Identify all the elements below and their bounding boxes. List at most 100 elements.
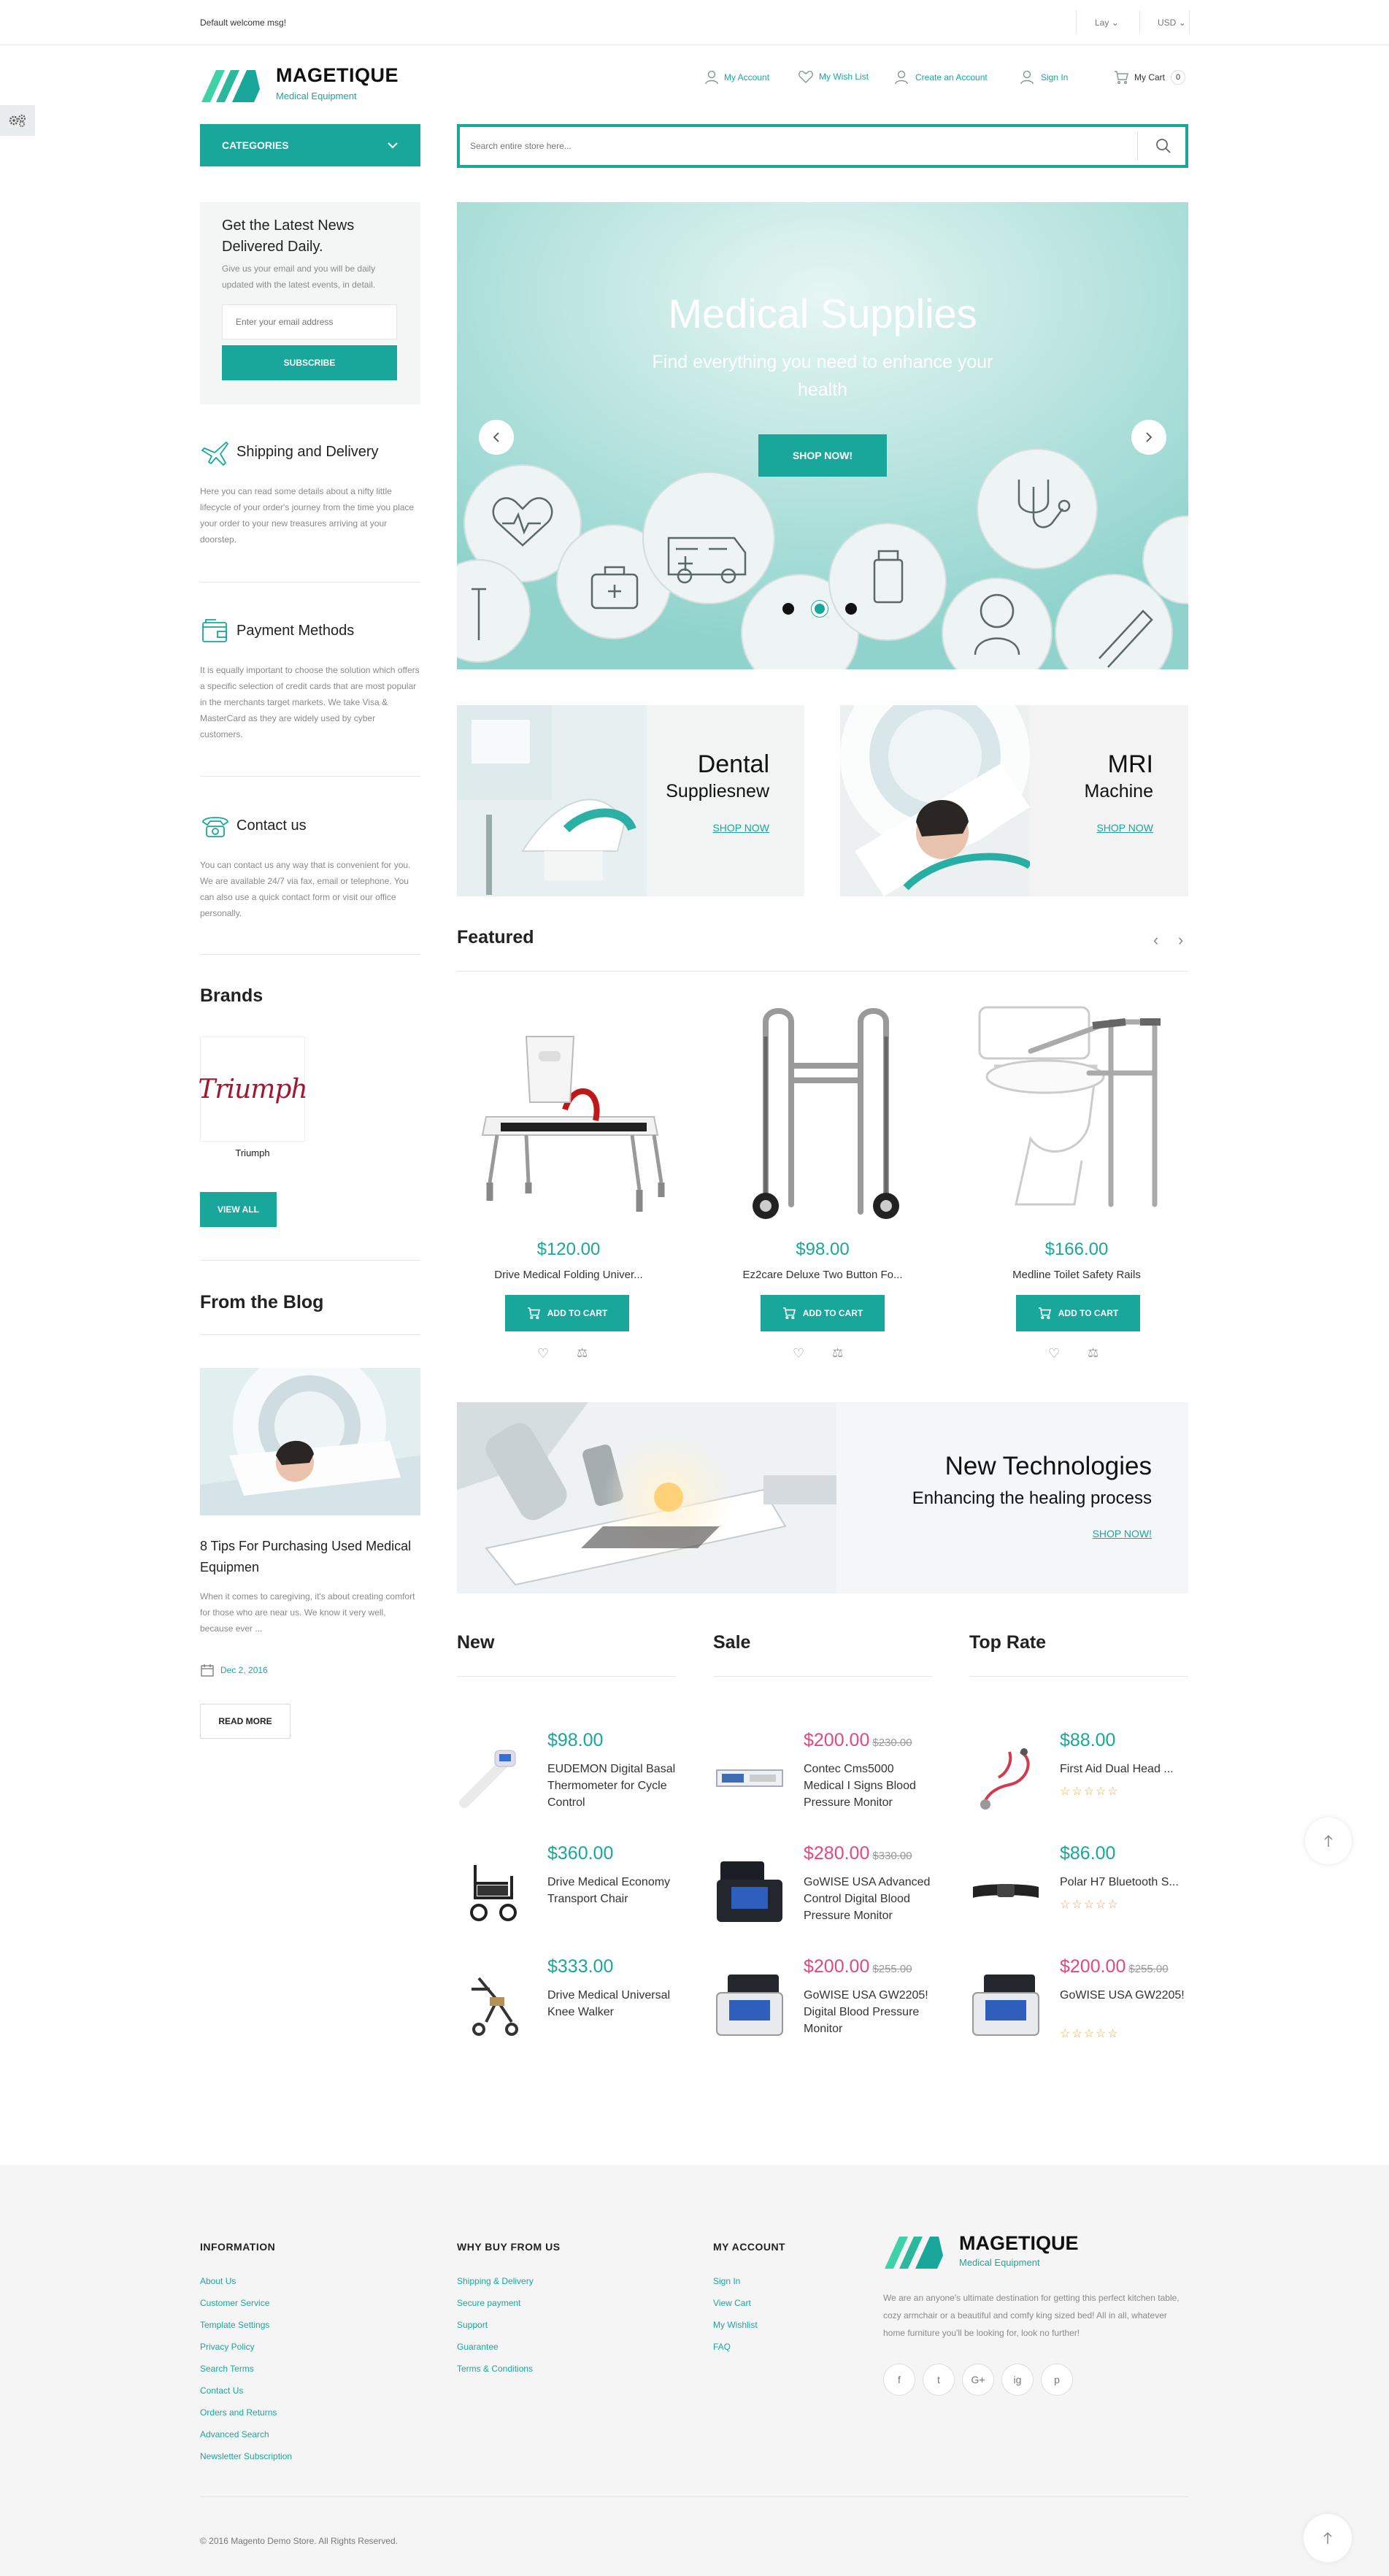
featured-next-arrow[interactable]: ›: [1178, 931, 1183, 950]
footer-link[interactable]: Secure payment: [457, 2292, 534, 2314]
product-card: $166.00 Medline Toilet Safety Rails ADD …: [965, 993, 1188, 1387]
blog-title: From the Blog: [200, 1292, 324, 1312]
footer-link[interactable]: My Wishlist: [713, 2314, 758, 2336]
footer-link[interactable]: Support: [457, 2314, 534, 2336]
subscribe-button[interactable]: SUBSCRIBE: [222, 345, 397, 380]
footer-link[interactable]: Shipping & Delivery: [457, 2270, 534, 2292]
footer-link[interactable]: FAQ: [713, 2336, 758, 2358]
footer-brand-tagline: Medical Equipment: [959, 2257, 1040, 2268]
logo[interactable]: MAGETIQUE Medical Equipment: [200, 64, 404, 108]
add-to-cart-button[interactable]: ADD TO CART: [761, 1295, 885, 1331]
hero-shop-now-button[interactable]: SHOP NOW!: [758, 434, 887, 477]
dental-subtitle: Suppliesnew: [666, 781, 769, 801]
footer-link[interactable]: Customer Service: [200, 2292, 292, 2314]
footer-link[interactable]: View Cart: [713, 2292, 758, 2314]
wishlist-heart-icon[interactable]: ♡: [1048, 1346, 1060, 1361]
mri-shop-now-link[interactable]: SHOP NOW: [1096, 822, 1153, 834]
footer-link[interactable]: Template Settings: [200, 2314, 292, 2336]
facebook-icon[interactable]: f: [883, 2364, 915, 2396]
microscope-image: [457, 1402, 836, 1593]
logo-mark: [885, 2237, 943, 2269]
slide-dot-3[interactable]: [845, 603, 857, 615]
list-item-price-row: $200.00 $255.00: [804, 1956, 912, 1977]
currency-switcher[interactable]: USD ⌄: [1158, 18, 1186, 28]
wishlist-heart-icon[interactable]: ♡: [537, 1346, 549, 1361]
my-account-link[interactable]: My Account: [705, 70, 769, 85]
slide-dot-1[interactable]: [782, 603, 794, 615]
instagram-icon[interactable]: ig: [1001, 2364, 1034, 2396]
featured-prev-arrow[interactable]: ‹: [1153, 931, 1158, 950]
list-item[interactable]: $98.00 EUDEMON Digital Basal Thermometer…: [457, 1730, 676, 1832]
footer-link[interactable]: Search Terms: [200, 2358, 292, 2380]
banner-mri[interactable]: MRI Machine SHOP NOW: [840, 705, 1188, 896]
wishlist-heart-icon[interactable]: ♡: [793, 1346, 804, 1361]
categories-menu-button[interactable]: CATEGORIES: [200, 124, 420, 166]
slide-dot-2[interactable]: [812, 601, 828, 617]
banner-dental[interactable]: Dental Suppliesnew SHOP NOW: [457, 705, 804, 896]
list-item[interactable]: $86.00 Polar H7 Bluetooth S... ☆☆☆☆☆: [969, 1843, 1188, 1945]
list-item[interactable]: $200.00 $255.00 GoWISE USA GW2205! Digita…: [713, 1956, 932, 2058]
contact-title: Contact us: [236, 818, 307, 834]
technologies-banner[interactable]: New Technologies Enhancing the healing p…: [457, 1402, 1188, 1593]
add-to-cart-button[interactable]: ADD TO CART: [505, 1295, 629, 1331]
view-all-brands-button[interactable]: VIEW ALL: [200, 1192, 277, 1227]
footer-link[interactable]: Privacy Policy: [200, 2336, 292, 2358]
settings-gear-button[interactable]: [0, 105, 35, 136]
footer-link[interactable]: About Us: [200, 2270, 292, 2292]
user-plus-icon: [895, 70, 908, 85]
dental-shop-now-link[interactable]: SHOP NOW: [712, 822, 769, 834]
footer-link[interactable]: Sign In: [713, 2270, 758, 2292]
list-item[interactable]: $360.00 Drive Medical Economy Transport …: [457, 1843, 676, 1945]
footer-logo[interactable]: MAGETIQUE Medical Equipment: [883, 2232, 1102, 2276]
list-item[interactable]: $333.00 Drive Medical Universal Knee Wal…: [457, 1956, 676, 2058]
airplane-icon: [201, 441, 229, 466]
footer-link[interactable]: Guarantee: [457, 2336, 534, 2358]
footer-link[interactable]: Contact Us: [200, 2380, 292, 2402]
product-name[interactable]: Ez2care Deluxe Two Button Fo...: [711, 1269, 934, 1281]
brand-name-label: Triumph: [235, 1147, 270, 1158]
hero-prev-arrow[interactable]: [479, 420, 514, 455]
footer-link[interactable]: Advanced Search: [200, 2423, 292, 2445]
compare-scale-icon[interactable]: ⚖: [832, 1346, 843, 1361]
read-more-button[interactable]: READ MORE: [200, 1704, 291, 1739]
google-plus-icon[interactable]: G+: [962, 2364, 994, 2396]
wishlist-link[interactable]: My Wish List: [799, 70, 869, 83]
tech-banner-subtitle: Enhancing the healing process: [912, 1488, 1152, 1508]
create-account-link[interactable]: Create an Account: [895, 70, 988, 85]
hero-next-arrow[interactable]: [1131, 420, 1166, 455]
product-image[interactable]: [711, 993, 934, 1226]
blog-post-title[interactable]: 8 Tips For Purchasing Used Medical Equip…: [200, 1536, 420, 1578]
newsletter-email-input[interactable]: [222, 304, 397, 339]
product-image[interactable]: [457, 993, 680, 1226]
rating-stars: ☆☆☆☆☆: [1060, 1899, 1120, 1911]
footer-link[interactable]: Orders and Returns: [200, 2402, 292, 2423]
list-item[interactable]: $88.00 First Aid Dual Head ... ☆☆☆☆☆: [969, 1730, 1188, 1832]
compare-scale-icon[interactable]: ⚖: [577, 1346, 588, 1361]
tech-banner-shop-now-link[interactable]: SHOP NOW!: [1093, 1528, 1152, 1539]
pinterest-icon[interactable]: p: [1041, 2364, 1073, 2396]
language-switcher[interactable]: Lay ⌄: [1095, 18, 1119, 28]
hero-slider: Medical Supplies Find everything you nee…: [457, 202, 1188, 669]
top-bar: Default welcome msg! Lay ⌄ USD ⌄: [0, 0, 1389, 45]
product-name[interactable]: Medline Toilet Safety Rails: [965, 1269, 1188, 1281]
add-to-cart-button[interactable]: ADD TO CART: [1016, 1295, 1140, 1331]
blog-post-image[interactable]: [200, 1368, 420, 1515]
sign-in-link[interactable]: Sign In: [1020, 70, 1068, 85]
list-item[interactable]: $200.00$255.00 GoWISE USA GW2205! D... ☆…: [969, 1956, 1188, 2058]
list-item[interactable]: $280.00 $330.00 GoWISE USA Advanced Contr…: [713, 1843, 932, 1945]
compare-scale-icon[interactable]: ⚖: [1088, 1346, 1098, 1361]
cart-link[interactable]: My Cart 0: [1114, 70, 1185, 85]
twitter-icon[interactable]: t: [923, 2364, 955, 2396]
payment-title: Payment Methods: [236, 623, 355, 639]
brand-logo-triumph[interactable]: Triumph: [198, 1037, 308, 1142]
product-name[interactable]: Drive Medical Folding Univer...: [457, 1269, 680, 1281]
search-input[interactable]: [470, 136, 1112, 156]
scroll-top-button-footer[interactable]: [1304, 2514, 1352, 2562]
product-price: $98.00: [796, 1239, 850, 1259]
list-item[interactable]: $200.00 $230.00 Contec Cms5000 Medical I …: [713, 1730, 932, 1832]
footer-link[interactable]: Newsletter Subscription: [200, 2445, 292, 2467]
footer-link[interactable]: Terms & Conditions: [457, 2358, 534, 2380]
scroll-top-button[interactable]: [1305, 1818, 1352, 1864]
search-button[interactable]: [1142, 130, 1185, 162]
product-image[interactable]: [965, 993, 1188, 1226]
